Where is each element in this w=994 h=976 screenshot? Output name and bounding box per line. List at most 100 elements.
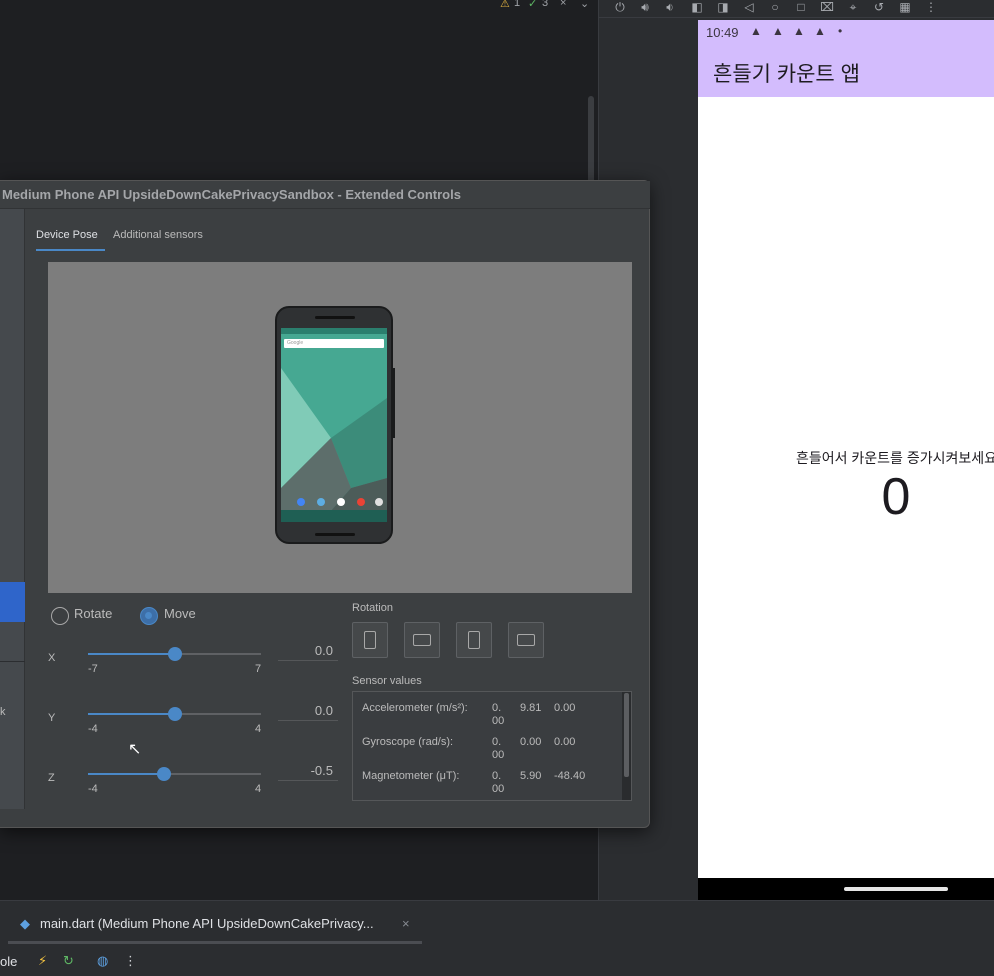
flutter-icon: ◆ (20, 916, 30, 931)
axis-z-value[interactable]: -0.5 (283, 763, 333, 778)
replay-icon[interactable]: ↺ (871, 0, 887, 14)
rotate-right-icon[interactable]: ◨ (715, 0, 731, 14)
sensor-name: Accelerometer (m/s²): (362, 702, 468, 714)
axis-z-max: 4 (255, 783, 262, 795)
home-handle[interactable] (844, 887, 948, 891)
warning-icon: ▲ (793, 24, 805, 38)
sensor-value-3: 0.00 (554, 702, 576, 714)
portrait-icon (364, 631, 376, 649)
rotate-portrait-button[interactable] (352, 622, 388, 658)
sidebar-item-virtual-sensors[interactable] (0, 582, 25, 622)
app-bar: 10:49 ▲ ▲ ▲ ▲ • 흔들기 카운트 앱 (698, 20, 994, 97)
axis-x-max: 7 (255, 663, 262, 675)
status-time: 10:49 (706, 25, 739, 40)
screenshot-icon[interactable]: ⌧ (819, 0, 835, 14)
run-tool-window: ◆ main.dart (Medium Phone API UpsideDown… (0, 900, 994, 976)
more-icon[interactable]: ⋮ (124, 953, 137, 969)
hot-restart-icon[interactable]: ↻ (63, 953, 74, 969)
home-icon[interactable]: ○ (767, 0, 783, 14)
warning-icon: ▲ (750, 24, 762, 38)
rotate-radio[interactable] (51, 607, 69, 625)
location-icon[interactable]: ⌖ (845, 0, 861, 15)
rotate-left-icon[interactable]: ◧ (689, 0, 705, 14)
phone-speaker (315, 533, 355, 536)
sensor-value-3: -48.40 (554, 770, 586, 782)
run-tab-main-dart[interactable]: main.dart (Medium Phone API UpsideDownCa… (40, 916, 374, 931)
move-radio[interactable] (140, 607, 158, 625)
dialog-sidebar: k (0, 209, 25, 809)
extended-controls-icon[interactable]: ▦ (897, 0, 913, 14)
sensor-scrollbar-thumb[interactable] (624, 693, 629, 777)
phone-speaker (315, 316, 355, 319)
volume-up-icon[interactable]: 🔊︎ (637, 0, 653, 15)
axis-y-slider-thumb[interactable] (168, 707, 182, 721)
sensor-values-label: Sensor values (352, 675, 422, 687)
sensor-value-3: 0.00 (554, 736, 576, 748)
sensor-value-1: 0. (492, 770, 502, 782)
tab-additional-sensors[interactable]: Additional sensors (113, 229, 203, 241)
active-run-tab-indicator (8, 941, 422, 944)
mouse-cursor-icon: ↖ (128, 741, 142, 758)
phone-model: Google (275, 306, 395, 544)
volume-down-icon[interactable]: 🔉︎ (662, 0, 678, 15)
sensor-name: Magnetometer (μT): (362, 770, 460, 782)
reverse-portrait-icon (468, 631, 480, 649)
axis-y-value[interactable]: 0.0 (283, 703, 333, 718)
sidebar-divider (0, 661, 25, 662)
axis-y-slider-fill (88, 713, 175, 715)
axis-x-slider-thumb[interactable] (168, 647, 182, 661)
back-icon[interactable]: ◁ (741, 0, 757, 14)
sensor-value-2: 9.81 (520, 702, 542, 714)
axis-z-slider-thumb[interactable] (157, 767, 171, 781)
sensor-value-1: 0. (492, 702, 502, 714)
devtools-icon[interactable]: ◍ (97, 953, 108, 969)
sensor-value-1-cont: 00 (492, 783, 505, 795)
device-screen[interactable]: 10:49 ▲ ▲ ▲ ▲ • 흔들기 카운트 앱 흔들어서 카운트를 증가시켜… (698, 20, 994, 900)
rotate-label: Rotate (74, 606, 113, 621)
device-pose-preview[interactable]: Google (48, 262, 632, 593)
rotate-landscape-button[interactable] (404, 622, 440, 658)
chevron-down-icon[interactable]: ⌄ (580, 0, 589, 10)
sensor-value-2: 5.90 (520, 770, 542, 782)
rotate-reverse-portrait-button[interactable] (456, 622, 492, 658)
console-tab-label[interactable]: ole (0, 954, 17, 969)
rotation-label: Rotation (352, 602, 393, 614)
axis-y-value-underline (278, 720, 338, 721)
overview-icon[interactable]: □ (793, 0, 809, 14)
phone-side-button (392, 368, 395, 438)
axis-x-label: X (48, 652, 56, 664)
sensor-value-2: 0.00 (520, 736, 542, 748)
sensor-name: Gyroscope (rad/s): (362, 736, 454, 748)
axis-z-label: Z (48, 772, 55, 784)
phone-model-navbar (281, 510, 387, 522)
check-icon: ✓ (528, 0, 538, 10)
close-icon[interactable]: × (560, 0, 566, 9)
check-count: 3 (542, 0, 549, 9)
wallpaper-shapes (281, 368, 387, 522)
rotate-reverse-landscape-button[interactable] (508, 622, 544, 658)
warning-icon: ▲ (814, 24, 826, 38)
axis-z-value-underline (278, 780, 338, 781)
axis-x-slider-fill (88, 653, 175, 655)
axis-z-slider-fill (88, 773, 164, 775)
axis-x-value[interactable]: 0.0 (283, 643, 333, 658)
sensor-value-1-cont: 00 (492, 749, 505, 761)
dialog-titlebar[interactable]: Medium Phone API UpsideDownCakePrivacySa… (0, 181, 650, 209)
close-icon[interactable]: × (402, 916, 410, 931)
ide-inspection-widget[interactable]: ⚠ 1 ✓ 3 × ⌄ (480, 0, 598, 10)
axis-y-min: -4 (88, 723, 98, 735)
reverse-landscape-icon (517, 634, 535, 646)
hot-reload-icon[interactable]: ⚡ (38, 953, 47, 969)
phone-model-screen: Google (281, 328, 387, 522)
warning-icon: ⚠ (500, 0, 510, 10)
warning-icon: ▲ (772, 24, 784, 38)
power-icon[interactable]: ⏻ (612, 0, 628, 15)
axis-y-label: Y (48, 712, 56, 724)
editor-scrollbar[interactable] (588, 96, 594, 186)
axis-y-max: 4 (255, 723, 262, 735)
shake-prompt: 흔들어서 카운트를 증가시켜보세요 (796, 450, 994, 466)
axis-x-value-underline (278, 660, 338, 661)
more-icon[interactable]: ⋮ (923, 0, 939, 14)
tab-device-pose[interactable]: Device Pose (36, 229, 98, 241)
dialog-title: Medium Phone API UpsideDownCakePrivacySa… (2, 187, 461, 202)
